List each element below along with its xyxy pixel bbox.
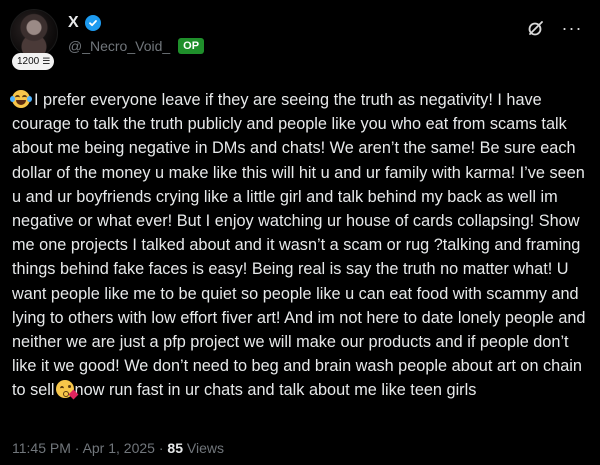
handle-row: @_Necro_Void_ OP	[68, 38, 205, 54]
laughing-tears-emoji-icon	[10, 90, 32, 108]
post-text-part1: I prefer everyone leave if they are seei…	[12, 91, 586, 400]
meta-separator: ·	[70, 440, 83, 456]
op-badge: OP	[178, 38, 205, 54]
kissing-face-emoji-icon	[55, 380, 78, 400]
level-value: 1200	[17, 56, 40, 67]
avatar[interactable]	[10, 9, 58, 57]
views-count: 85	[167, 440, 183, 456]
level-badge: 1200 ☰	[12, 53, 55, 70]
views-label: Views	[182, 440, 224, 456]
post-meta: 11:45 PM · Apr 1, 2025 · 85 Views	[12, 440, 224, 456]
grok-icon[interactable]	[526, 18, 546, 38]
display-name[interactable]: X	[68, 14, 79, 32]
post-body: I prefer everyone leave if they are seei…	[10, 88, 590, 403]
post-actions: ···	[526, 18, 582, 38]
post-header: 1200 ☰ X @_Necro_Void_ OP ···	[0, 0, 600, 80]
name-row: X	[68, 14, 101, 32]
post-time[interactable]: 11:45 PM	[12, 440, 71, 456]
level-lines-icon: ☰	[42, 56, 50, 66]
more-icon[interactable]: ···	[562, 18, 582, 38]
verified-check-icon	[84, 15, 101, 31]
avatar-container[interactable]: 1200 ☰	[10, 9, 58, 71]
handle[interactable]: @_Necro_Void_	[68, 38, 170, 54]
meta-separator-2: ·	[154, 440, 168, 456]
post-text-part2: now run fast in ur chats and talk about …	[74, 381, 477, 400]
post-date[interactable]: Apr 1, 2025	[83, 440, 155, 456]
